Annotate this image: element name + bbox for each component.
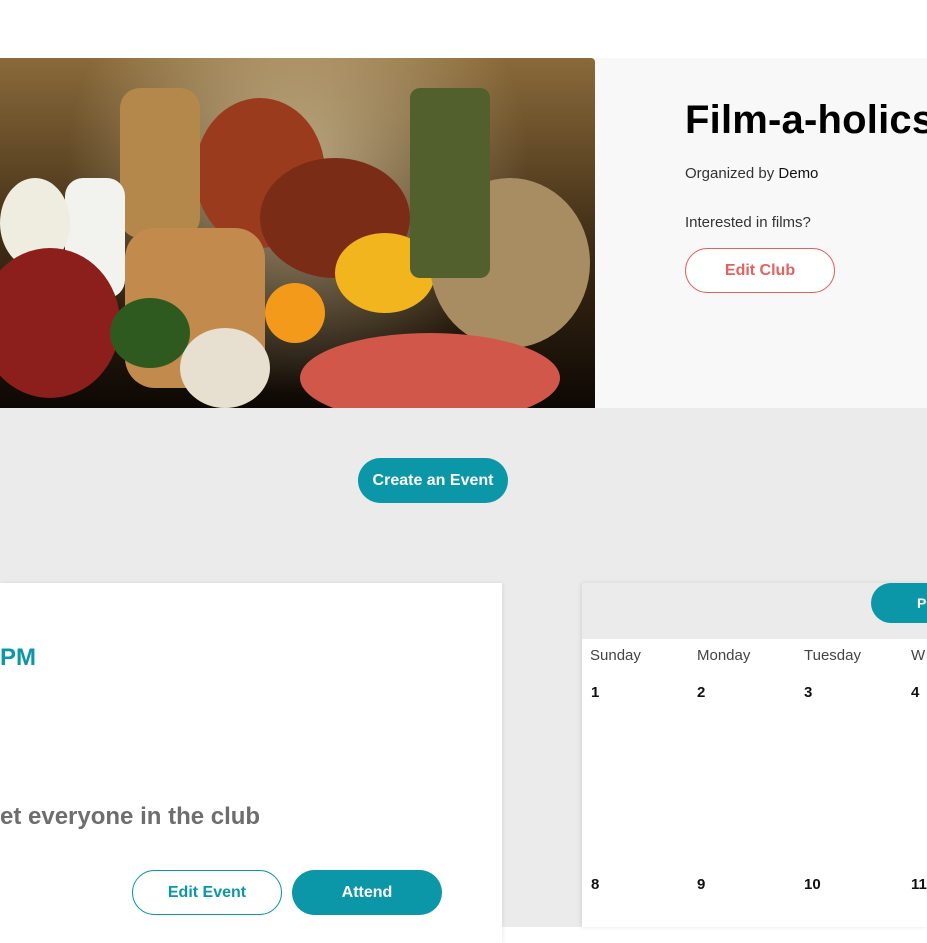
- club-info: Film-a-holics Organized by Demo Interest…: [685, 98, 927, 293]
- club-organizer: Organized by Demo: [685, 165, 927, 182]
- calendar-date[interactable]: 8: [591, 876, 599, 893]
- attend-button[interactable]: Attend: [292, 870, 442, 915]
- event-description: et everyone in the club: [0, 803, 261, 830]
- calendar-toolbar: P: [582, 583, 927, 639]
- edit-club-button[interactable]: Edit Club: [685, 248, 835, 293]
- club-title: Film-a-holics: [685, 98, 927, 142]
- day-name-wednesday: W: [911, 647, 926, 664]
- calendar-date[interactable]: 4: [911, 684, 919, 701]
- club-hero: Film-a-holics Organized by Demo Interest…: [0, 58, 927, 408]
- calendar-nav-button[interactable]: P: [871, 583, 927, 623]
- calendar-date[interactable]: 2: [697, 684, 705, 701]
- day-name-monday: Monday: [697, 647, 751, 664]
- image-jar: [120, 88, 200, 238]
- event-calendar: P Sunday Monday Tuesday W 1 2 3 4 8 9 10…: [582, 583, 927, 927]
- day-name-sunday: Sunday: [590, 647, 641, 664]
- image-asparagus: [410, 88, 490, 278]
- calendar-date[interactable]: 9: [697, 876, 705, 893]
- day-name-tuesday: Tuesday: [804, 647, 861, 664]
- club-description: Interested in films?: [685, 214, 811, 231]
- calendar-date[interactable]: 10: [804, 876, 821, 893]
- calendar-date[interactable]: 3: [804, 684, 812, 701]
- edit-event-button[interactable]: Edit Event: [132, 870, 282, 915]
- image-orange: [265, 283, 325, 343]
- image-grain-bag: [180, 328, 270, 408]
- event-time: PM: [0, 644, 36, 671]
- image-broccoli: [110, 298, 190, 368]
- event-card: PM et everyone in the club Edit Event At…: [0, 583, 502, 943]
- club-image: [0, 58, 595, 408]
- events-section: Create an Event PM et everyone in the cl…: [0, 408, 927, 943]
- create-event-button[interactable]: Create an Event: [358, 458, 508, 503]
- organized-by-label: Organized by: [685, 165, 775, 182]
- calendar-date[interactable]: 11: [911, 876, 927, 893]
- calendar-date[interactable]: 1: [591, 684, 599, 701]
- organizer-name: Demo: [778, 165, 819, 182]
